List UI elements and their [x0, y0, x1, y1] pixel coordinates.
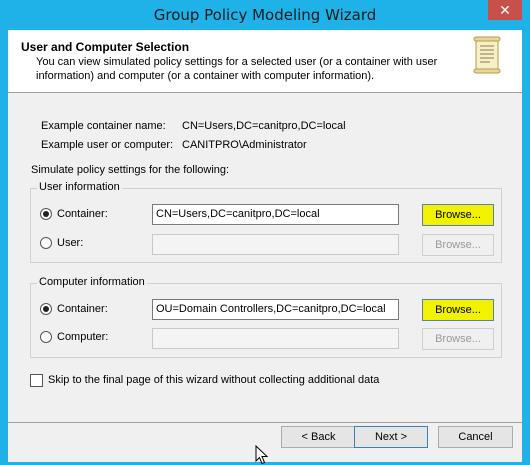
back-button[interactable]: < Back — [281, 426, 356, 448]
example-user-value: CANITPRO\Administrator — [182, 139, 307, 151]
skip-checkbox[interactable] — [30, 374, 43, 387]
user-container-radio[interactable] — [40, 208, 52, 220]
scroll-icon — [473, 36, 501, 74]
computer-field[interactable] — [152, 328, 399, 349]
computer-container-field[interactable]: OU=Domain Controllers,DC=canitpro,DC=loc… — [152, 299, 399, 320]
user-info-legend: User information — [37, 181, 122, 193]
computer-info-legend: Computer information — [37, 276, 147, 288]
example-container-label: Example container name: — [41, 120, 166, 132]
user-info-group: User information Container: CN=Users,DC=… — [30, 181, 502, 263]
page-title: User and Computer Selection — [21, 40, 190, 54]
simulate-label: Simulate policy settings for the followi… — [31, 164, 230, 176]
page-description: You can view simulated policy settings f… — [36, 56, 438, 82]
computer-radio[interactable] — [40, 331, 52, 343]
next-button[interactable]: Next > — [354, 426, 428, 448]
title-bar[interactable]: Group Policy Modeling Wizard ✕ — [0, 0, 530, 30]
user-label: User: — [57, 237, 84, 249]
close-icon: ✕ — [499, 2, 511, 18]
computer-label: Computer: — [57, 331, 109, 343]
user-radio[interactable] — [40, 237, 52, 249]
wizard-header: User and Computer Selection You can view… — [8, 30, 522, 93]
computer-container-radio[interactable] — [40, 303, 52, 315]
user-browse-button[interactable]: Browse... — [422, 234, 494, 256]
computer-browse-button[interactable]: Browse... — [422, 328, 494, 350]
example-user-label: Example user or computer: — [41, 139, 174, 151]
user-container-browse-button[interactable]: Browse... — [422, 204, 494, 226]
computer-info-group: Computer information Container: OU=Domai… — [30, 276, 502, 358]
wizard-window: Group Policy Modeling Wizard ✕ User and … — [0, 0, 530, 465]
window-title: Group Policy Modeling Wizard — [153, 6, 377, 24]
mouse-cursor-icon — [255, 445, 269, 465]
user-container-label: Container: — [57, 208, 108, 220]
skip-label: Skip to the final page of this wizard wi… — [48, 374, 380, 386]
wizard-client-area: User and Computer Selection You can view… — [8, 30, 522, 462]
example-container-value: CN=Users,DC=canitpro,DC=local — [182, 120, 346, 132]
user-field[interactable] — [152, 234, 399, 255]
close-button[interactable]: ✕ — [488, 0, 522, 20]
computer-container-label: Container: — [57, 303, 108, 315]
computer-container-browse-button[interactable]: Browse... — [422, 299, 494, 321]
footer-divider — [8, 422, 522, 423]
user-container-field[interactable]: CN=Users,DC=canitpro,DC=local — [152, 204, 399, 225]
cancel-button[interactable]: Cancel — [438, 426, 513, 448]
